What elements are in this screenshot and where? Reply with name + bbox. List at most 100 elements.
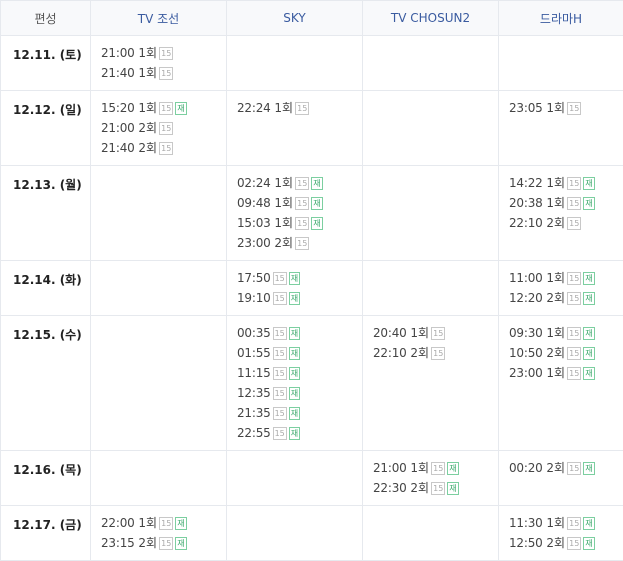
- airing-slot: 02:24 1회15재: [237, 173, 362, 193]
- airing-slot: 21:00 2회15: [101, 118, 226, 138]
- airing-slot: 10:50 2회15재: [509, 343, 623, 363]
- channel-cell: 22:24 1회15: [227, 91, 363, 166]
- age-rating-badge: 15: [567, 292, 581, 305]
- airing-time: 21:00: [101, 46, 135, 60]
- airing-slot: 23:00 2회15: [237, 233, 362, 253]
- rerun-badge: 재: [311, 177, 322, 190]
- channel-cell: 23:05 1회15: [499, 91, 623, 166]
- airing-slot: 20:38 1회15재: [509, 193, 623, 213]
- airing-time: 22:30: [373, 481, 407, 495]
- age-rating-badge: 15: [273, 407, 287, 420]
- episode-label: 2회: [546, 346, 565, 360]
- airing-time: 20:40: [373, 326, 407, 340]
- episode-label: 2회: [274, 236, 293, 250]
- airing-slot: 14:22 1회15재: [509, 173, 623, 193]
- episode-label: 1회: [546, 101, 565, 115]
- date-cell: 12.17. (금): [1, 506, 91, 561]
- channel-cell: 15:20 1회15재21:00 2회1521:40 2회15: [91, 91, 227, 166]
- channel-cell: 00:3515재01:5515재11:1515재12:3515재21:3515재…: [227, 316, 363, 451]
- channel-cell: 02:24 1회15재09:48 1회15재15:03 1회15재23:00 2…: [227, 166, 363, 261]
- airing-time: 23:15: [101, 536, 135, 550]
- age-rating-badge: 15: [159, 47, 173, 60]
- airing-slot: 00:3515재: [237, 323, 362, 343]
- age-rating-badge: 15: [567, 347, 581, 360]
- rerun-badge: 재: [289, 347, 300, 360]
- age-rating-badge: 15: [567, 272, 581, 285]
- airing-time: 21:40: [101, 141, 135, 155]
- airing-slot: 00:20 2회15재: [509, 458, 623, 478]
- rerun-badge: 재: [289, 427, 300, 440]
- header-tv-chosun2: TV CHOSUN2: [363, 1, 499, 36]
- airing-time: 21:00: [101, 121, 135, 135]
- rerun-badge: 재: [447, 482, 458, 495]
- age-rating-badge: 15: [273, 272, 287, 285]
- date-cell: 12.13. (월): [1, 166, 91, 261]
- episode-label: 1회: [410, 326, 429, 340]
- episode-label: 1회: [410, 461, 429, 475]
- age-rating-badge: 15: [567, 517, 581, 530]
- channel-cell: [363, 36, 499, 91]
- rerun-badge: 재: [583, 347, 594, 360]
- age-rating-badge: 15: [273, 427, 287, 440]
- channel-cell: [363, 91, 499, 166]
- age-rating-badge: 15: [273, 292, 287, 305]
- table-row: 12.12. (일)15:20 1회15재21:00 2회1521:40 2회1…: [1, 91, 623, 166]
- header-tv-chosun: TV 조선: [91, 1, 227, 36]
- channel-cell: [499, 36, 623, 91]
- date-cell: 12.11. (토): [1, 36, 91, 91]
- episode-label: 1회: [546, 326, 565, 340]
- rerun-badge: 재: [289, 292, 300, 305]
- airing-time: 12:20: [509, 291, 543, 305]
- airing-slot: 22:5515재: [237, 423, 362, 443]
- airing-slot: 11:1515재: [237, 363, 362, 383]
- rerun-badge: 재: [583, 537, 594, 550]
- airing-slot: 23:00 1회15재: [509, 363, 623, 383]
- date-cell: 12.14. (화): [1, 261, 91, 316]
- rerun-badge: 재: [583, 177, 594, 190]
- channel-cell: [91, 316, 227, 451]
- age-rating-badge: 15: [295, 237, 309, 250]
- age-rating-badge: 15: [567, 537, 581, 550]
- airing-slot: 21:3515재: [237, 403, 362, 423]
- channel-cell: 21:00 1회15재22:30 2회15재: [363, 451, 499, 506]
- airing-time: 01:55: [237, 346, 271, 360]
- table-row: 12.17. (금)22:00 1회15재23:15 2회15재11:30 1회…: [1, 506, 623, 561]
- airing-time: 11:30: [509, 516, 543, 530]
- channel-cell: [227, 36, 363, 91]
- airing-time: 12:50: [509, 536, 543, 550]
- episode-label: 1회: [138, 101, 157, 115]
- channel-cell: 21:00 1회1521:40 1회15: [91, 36, 227, 91]
- episode-label: 2회: [138, 141, 157, 155]
- episode-label: 2회: [410, 481, 429, 495]
- airing-slot: 22:24 1회15: [237, 98, 362, 118]
- age-rating-badge: 15: [567, 102, 581, 115]
- episode-label: 1회: [138, 516, 157, 530]
- rerun-badge: 재: [583, 292, 594, 305]
- episode-label: 1회: [274, 101, 293, 115]
- channel-cell: 00:20 2회15재: [499, 451, 623, 506]
- channel-cell: [363, 261, 499, 316]
- airing-time: 02:24: [237, 176, 271, 190]
- airing-time: 22:00: [101, 516, 135, 530]
- header-schedule: 편성: [1, 1, 91, 36]
- age-rating-badge: 15: [431, 347, 445, 360]
- age-rating-badge: 15: [159, 517, 173, 530]
- episode-label: 1회: [546, 196, 565, 210]
- channel-cell: 09:30 1회15재10:50 2회15재23:00 1회15재: [499, 316, 623, 451]
- airing-time: 09:48: [237, 196, 271, 210]
- airing-slot: 17:5015재: [237, 268, 362, 288]
- airing-slot: 12:50 2회15재: [509, 533, 623, 553]
- airing-slot: 23:15 2회15재: [101, 533, 226, 553]
- channel-cell: [91, 166, 227, 261]
- channel-cell: [91, 261, 227, 316]
- airing-time: 21:40: [101, 66, 135, 80]
- airing-slot: 22:10 2회15: [373, 343, 498, 363]
- airing-time: 00:20: [509, 461, 543, 475]
- rerun-badge: 재: [175, 517, 186, 530]
- airing-time: 11:15: [237, 366, 271, 380]
- airing-slot: 12:20 2회15재: [509, 288, 623, 308]
- rerun-badge: 재: [289, 367, 300, 380]
- channel-cell: [227, 506, 363, 561]
- airing-time: 10:50: [509, 346, 543, 360]
- header-row: 편성 TV 조선 SKY TV CHOSUN2 드라마H: [1, 1, 623, 36]
